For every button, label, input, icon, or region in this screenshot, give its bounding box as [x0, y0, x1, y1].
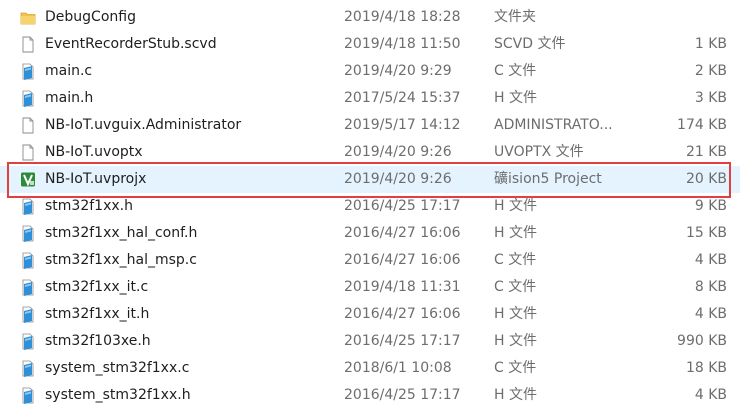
file-type: H 文件	[494, 306, 537, 322]
file-size: 21 KB	[685, 144, 727, 160]
file-date-modified: 2018/6/1 10:08	[344, 360, 452, 376]
file-size: 4 KB	[694, 306, 727, 322]
file-size: 15 KB	[685, 225, 727, 241]
file-size: 2 KB	[694, 63, 727, 79]
file-type: C 文件	[494, 279, 537, 295]
file-date-modified: 2016/4/27 16:06	[344, 252, 461, 268]
file-date-modified: 2019/4/18 11:31	[344, 279, 461, 295]
file-row[interactable]: main.c 2019/4/20 9:29 C 文件 2 KB	[0, 58, 740, 85]
file-date-modified: 2016/4/25 17:17	[344, 198, 461, 214]
file-date-modified: 2016/4/25 17:17	[344, 387, 461, 403]
file-size: 18 KB	[685, 360, 727, 376]
file-date-modified: 2017/5/24 15:37	[344, 90, 461, 106]
file-date-modified: 2019/4/18 11:50	[344, 36, 461, 52]
file-type: H 文件	[494, 225, 537, 241]
file-type: H 文件	[494, 90, 537, 106]
file-row[interactable]: stm32f1xx_it.c 2019/4/18 11:31 C 文件 8 KB	[0, 274, 740, 301]
source-file-icon	[20, 225, 36, 242]
blank-file-icon	[20, 117, 36, 134]
file-type: C 文件	[494, 360, 537, 376]
file-row[interactable]: DebugConfig 2019/4/18 18:28 文件夹	[0, 4, 740, 31]
file-type: ADMINISTRATO...	[494, 117, 613, 133]
file-name: system_stm32f1xx.c	[45, 360, 190, 376]
file-name: NB-IoT.uvguix.Administrator	[45, 117, 242, 133]
file-size: 174 KB	[677, 117, 727, 133]
file-size: 1 KB	[694, 36, 727, 52]
file-name: stm32f1xx.h	[45, 198, 133, 214]
file-size: 4 KB	[694, 387, 727, 403]
file-date-modified: 2019/5/17 14:12	[344, 117, 461, 133]
file-date-modified: 2016/4/27 16:06	[344, 225, 461, 241]
folder-icon	[20, 9, 36, 26]
file-size: 9 KB	[694, 198, 727, 214]
source-file-icon	[20, 90, 36, 107]
file-row[interactable]: stm32f1xx_hal_msp.c 2016/4/27 16:06 C 文件 4 …	[0, 247, 740, 274]
file-size: 20 KB	[685, 171, 727, 187]
file-name: stm32f1xx_it.c	[45, 279, 149, 295]
source-file-icon	[20, 306, 36, 323]
file-date-modified: 2019/4/20 9:29	[344, 63, 452, 79]
file-name: DebugConfig	[45, 9, 136, 25]
file-type: H 文件	[494, 333, 537, 349]
file-name: system_stm32f1xx.h	[45, 387, 191, 403]
source-file-icon	[20, 252, 36, 269]
file-row[interactable]: NB-IoT.uvprojx 2019/4/20 9:26 礦ision5 Proj…	[0, 166, 740, 193]
file-row[interactable]: EventRecorderStub.scvd 2019/4/18 11:50 SCV…	[0, 31, 740, 58]
file-type: H 文件	[494, 387, 537, 403]
file-name: main.h	[45, 90, 94, 106]
file-type: C 文件	[494, 252, 537, 268]
file-date-modified: 2016/4/25 17:17	[344, 333, 461, 349]
file-row[interactable]: NB-IoT.uvguix.Administrator 2019/5/17 14:…	[0, 112, 740, 139]
blank-file-icon	[20, 144, 36, 161]
file-row[interactable]: stm32f1xx_it.h 2016/4/27 16:06 H 文件 4 KB	[0, 301, 740, 328]
file-size: 3 KB	[694, 90, 727, 106]
file-date-modified: 2019/4/18 18:28	[344, 9, 461, 25]
file-date-modified: 2019/4/20 9:26	[344, 144, 452, 160]
source-file-icon	[20, 360, 36, 377]
file-name: NB-IoT.uvprojx	[45, 171, 147, 187]
file-row[interactable]: system_stm32f1xx.h 2016/4/25 17:17 H 文件 4 K…	[0, 382, 740, 409]
file-name: stm32f1xx_hal_msp.c	[45, 252, 197, 268]
file-type: SCVD 文件	[494, 36, 566, 52]
file-list: DebugConfig 2019/4/18 18:28 文件夹 EventRecor…	[0, 4, 740, 409]
file-date-modified: 2019/4/20 9:26	[344, 171, 452, 187]
file-name: stm32f1xx_hal_conf.h	[45, 225, 198, 241]
source-file-icon	[20, 279, 36, 296]
file-type: C 文件	[494, 63, 537, 79]
file-type: UVOPTX 文件	[494, 144, 584, 160]
blank-file-icon	[20, 36, 36, 53]
file-name: EventRecorderStub.scvd	[45, 36, 217, 52]
file-size: 4 KB	[694, 252, 727, 268]
file-row[interactable]: NB-IoT.uvoptx 2019/4/20 9:26 UVOPTX 文件 21 K…	[0, 139, 740, 166]
file-name: main.c	[45, 63, 93, 79]
file-row[interactable]: system_stm32f1xx.c 2018/6/1 10:08 C 文件 18 K…	[0, 355, 740, 382]
file-type: 文件夹	[494, 9, 536, 25]
file-type: 礦ision5 Project	[494, 171, 602, 187]
file-size: 990 KB	[677, 333, 727, 349]
file-size: 8 KB	[694, 279, 727, 295]
source-file-icon	[20, 63, 36, 80]
file-date-modified: 2016/4/27 16:06	[344, 306, 461, 322]
file-type: H 文件	[494, 198, 537, 214]
source-file-icon	[20, 333, 36, 350]
source-file-icon	[20, 198, 36, 215]
keil-project-icon	[20, 171, 36, 188]
file-name: NB-IoT.uvoptx	[45, 144, 143, 160]
file-name: stm32f1xx_it.h	[45, 306, 150, 322]
file-row[interactable]: stm32f1xx_hal_conf.h 2016/4/27 16:06 H 文件 1…	[0, 220, 740, 247]
file-row[interactable]: stm32f1xx.h 2016/4/25 17:17 H 文件 9 KB	[0, 193, 740, 220]
file-row[interactable]: stm32f103xe.h 2016/4/25 17:17 H 文件 990 KB	[0, 328, 740, 355]
source-file-icon	[20, 387, 36, 404]
file-name: stm32f103xe.h	[45, 333, 151, 349]
file-row[interactable]: main.h 2017/5/24 15:37 H 文件 3 KB	[0, 85, 740, 112]
